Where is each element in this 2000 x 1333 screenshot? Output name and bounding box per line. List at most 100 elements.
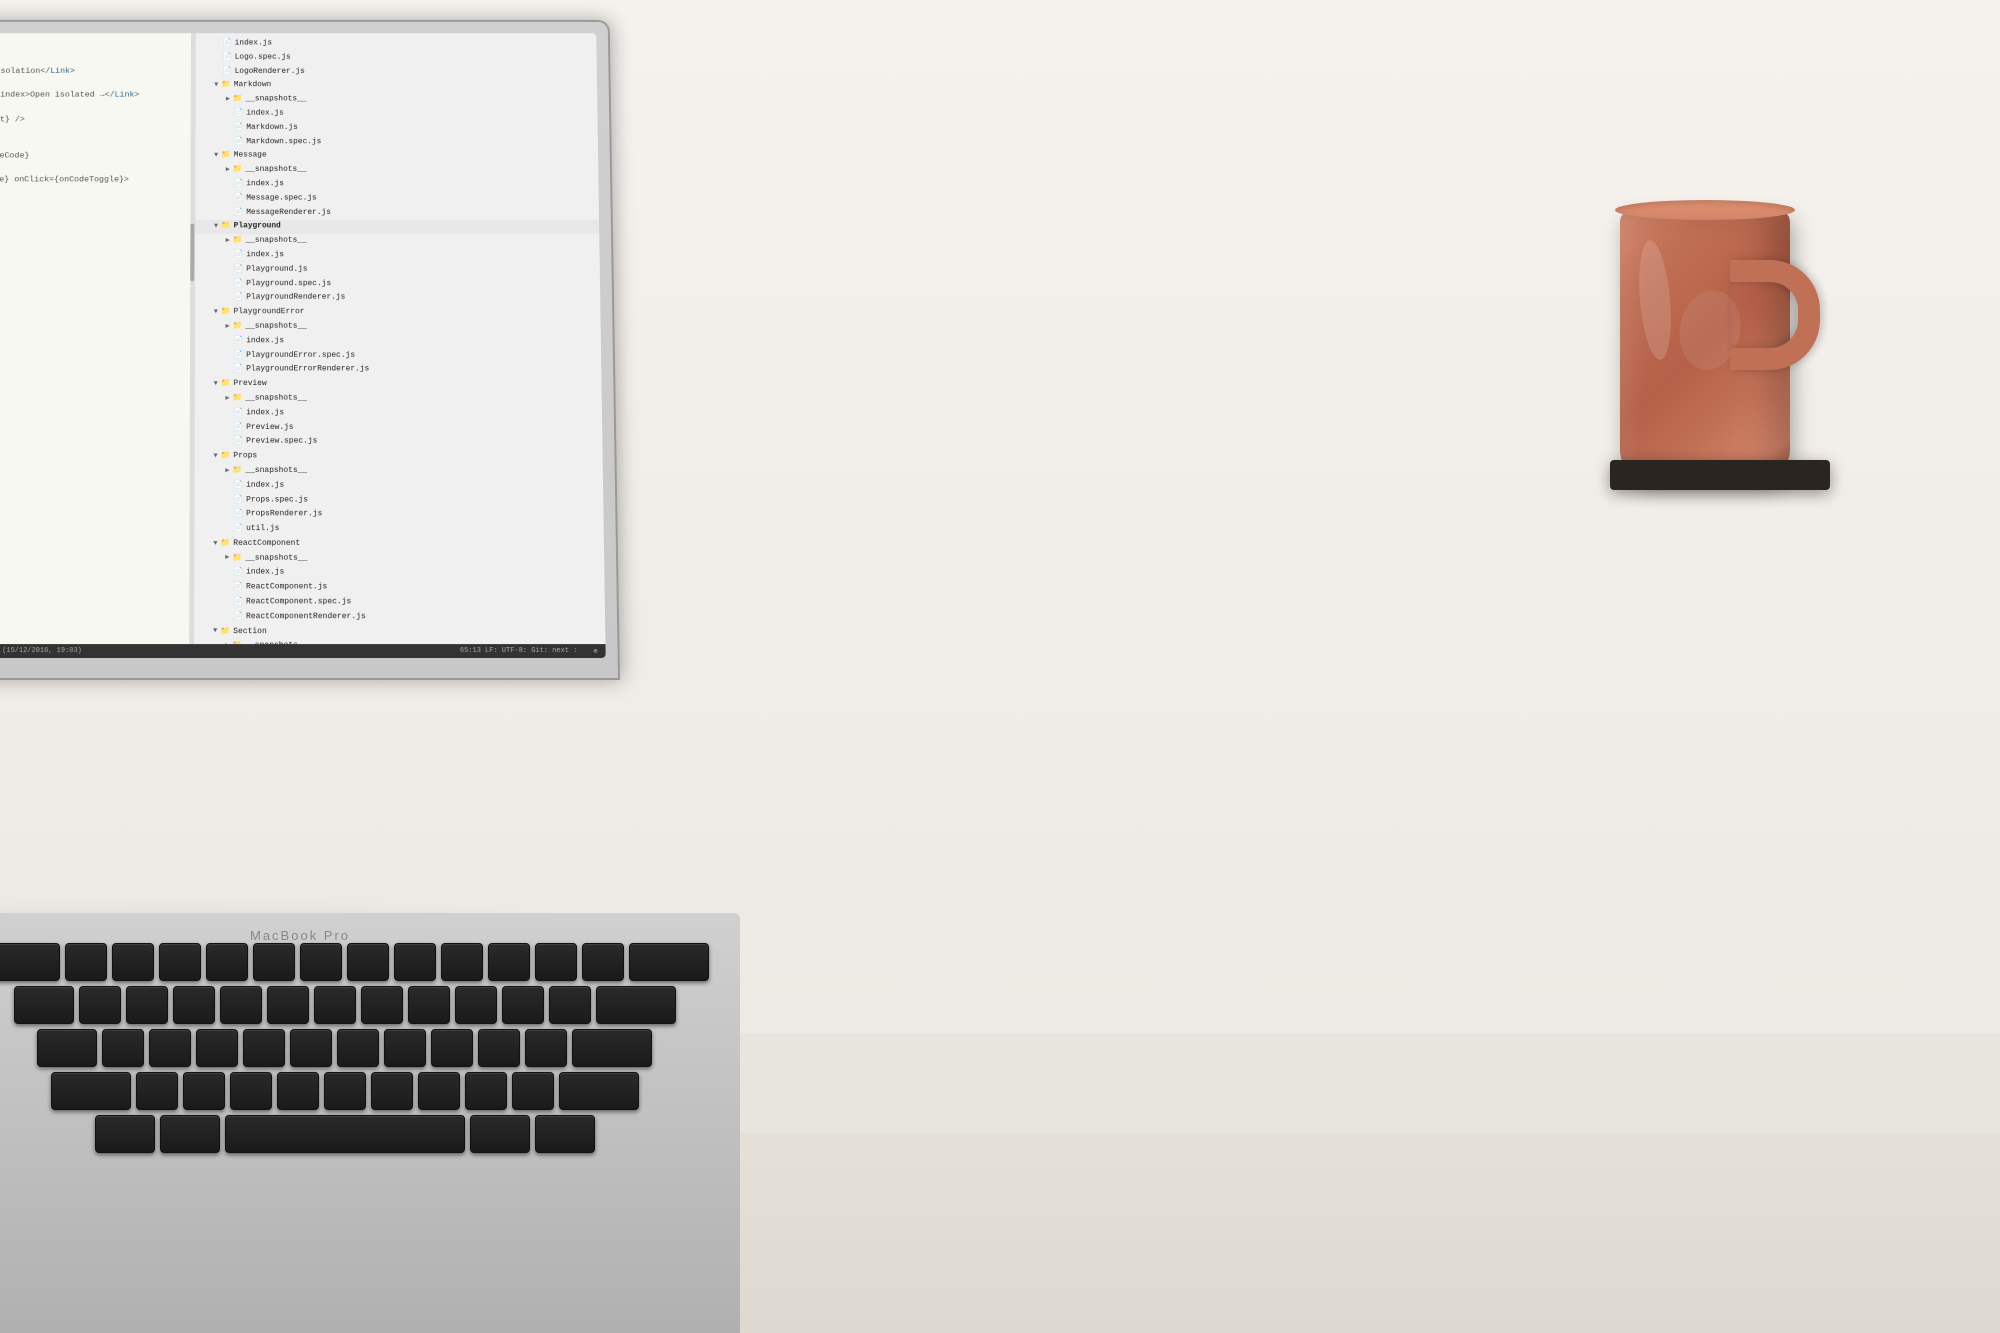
list-item: 📄 MessageRenderer.js	[195, 206, 599, 220]
key	[277, 1072, 319, 1110]
key	[243, 1029, 285, 1067]
list-item: 📄 Logo.spec.js	[196, 51, 597, 65]
list-item: ▼ 📁 ReactComponent	[194, 537, 604, 552]
list-item: ▶ 📁 __snapshots__	[195, 464, 603, 479]
code-editor-pane: nk> <name>⇒ Exit Isolation</Link> <name …	[0, 33, 196, 658]
list-item: ▼ 📁 PlaygroundError	[195, 306, 601, 320]
key	[160, 1115, 220, 1153]
key	[79, 986, 121, 1024]
status-build: 06 build: Markdown (15/12/2016, 19:03)	[0, 647, 82, 655]
key	[65, 943, 107, 981]
key	[582, 943, 624, 981]
mug-coaster	[1610, 460, 1830, 490]
list-item: 📄 ReactComponent.js	[194, 581, 604, 596]
key	[206, 943, 248, 981]
code-line: {onChange} />	[0, 137, 195, 149]
key	[183, 1072, 225, 1110]
key	[418, 1072, 460, 1110]
key	[488, 943, 530, 981]
list-item: 📄 Preview.spec.js	[195, 435, 603, 449]
keyboard-row	[0, 1029, 709, 1067]
code-line: nk>	[0, 41, 195, 53]
keyboard-row	[0, 1115, 709, 1153]
key	[159, 943, 201, 981]
key	[470, 1115, 530, 1153]
list-item: 📄 index.js	[195, 249, 599, 263]
list-item: 📄 Markdown.spec.js	[196, 135, 598, 149]
laptop-screen-bezel: nk> <name>⇒ Exit Isolation</Link> <name …	[0, 33, 606, 658]
list-item: ▼ 📁 Preview	[195, 377, 602, 391]
key	[253, 943, 295, 981]
keyboard-grid	[0, 943, 680, 1153]
mug-rim	[1615, 200, 1795, 220]
list-item: 📄 ReactComponentRenderer.js	[194, 610, 605, 625]
list-item: ▶ 📁 __snapshots__	[195, 320, 601, 334]
key	[361, 986, 403, 1024]
list-item: ▶ 📁 __snapshots__	[195, 392, 602, 406]
keyboard-row	[0, 943, 709, 981]
key	[512, 1072, 554, 1110]
list-item: 📄 index.js	[195, 334, 601, 348]
key	[51, 1072, 131, 1110]
key	[502, 986, 544, 1024]
list-item: 📄 Playground.spec.js	[195, 277, 600, 291]
list-item: ▼ 📁 Playground	[195, 220, 599, 234]
list-item: ▶ 📁 __snapshots__	[195, 234, 599, 248]
key	[173, 986, 215, 1024]
list-item: 📄 index.js	[194, 566, 604, 581]
list-item: 📄 index.js	[195, 479, 604, 494]
list-item: ▼ 📁 Props	[195, 450, 603, 465]
spacebar-key	[225, 1115, 465, 1153]
code-line	[0, 53, 195, 65]
macbook-brand-label: MacBook Pro	[250, 928, 350, 943]
list-item: 📄 Playground.js	[195, 263, 600, 277]
key	[300, 943, 342, 981]
screen-content: nk> <name>⇒ Exit Isolation</Link> <name …	[0, 33, 606, 658]
key	[136, 1072, 178, 1110]
code-line	[0, 101, 195, 113]
key	[535, 943, 577, 981]
key	[629, 943, 709, 981]
list-item: 📄 PropsRenderer.js	[194, 508, 603, 523]
list-item: 📄 index.js	[195, 406, 602, 420]
key	[112, 943, 154, 981]
laptop-screen-outer: nk> <name>⇒ Exit Isolation</Link> <name …	[0, 20, 620, 680]
list-item: ▶ 📁 __snapshots__	[195, 163, 598, 177]
keyboard-row	[0, 1072, 709, 1110]
list-item: 📄 LogoRenderer.js	[196, 65, 597, 79]
keyboard-row	[0, 986, 709, 1024]
list-item: 📄 index.js	[196, 37, 597, 51]
list-item: 📄 Props.spec.js	[194, 493, 603, 508]
code-line: e={classes.hideCode}	[0, 150, 195, 162]
key	[0, 943, 60, 981]
list-item: 📄 Markdown.js	[196, 121, 598, 135]
list-item: 📄 Message.spec.js	[195, 192, 598, 206]
keyboard-area	[0, 913, 740, 1333]
key	[126, 986, 168, 1024]
key	[324, 1072, 366, 1110]
list-item: 📄 PlaygroundError.spec.js	[195, 349, 601, 363]
file-tree-pane: 📄 index.js 📄 Logo.spec.js 📄 LogoRenderer…	[194, 33, 606, 658]
key	[572, 1029, 652, 1067]
list-item: 📄 index.js	[195, 178, 598, 192]
mug-highlight	[1635, 239, 1675, 361]
key	[525, 1029, 567, 1067]
key	[314, 986, 356, 1024]
laptop-screen: nk> <name>⇒ Exit Isolation</Link> <name …	[0, 20, 620, 680]
key	[267, 986, 309, 1024]
key	[559, 1072, 639, 1110]
key	[408, 986, 450, 1024]
key	[441, 943, 483, 981]
list-item: ▼ 📁 Message	[195, 149, 598, 163]
code-line: lasses.showCode} onClick={onCodeToggle}>	[0, 174, 194, 186]
code-line: ={evalInContext} />	[0, 113, 195, 125]
coffee-mug	[1620, 200, 1820, 480]
list-item: 📄 Preview.js	[195, 421, 603, 435]
key	[149, 1029, 191, 1067]
key	[102, 1029, 144, 1067]
status-position: 65:13 LF: UTF-8: Git: next :	[460, 647, 578, 655]
key	[371, 1072, 413, 1110]
scrollbar-thumb	[190, 224, 194, 282]
list-item: 📄 PlaygroundRenderer.js	[195, 291, 600, 305]
code-line	[0, 77, 195, 89]
